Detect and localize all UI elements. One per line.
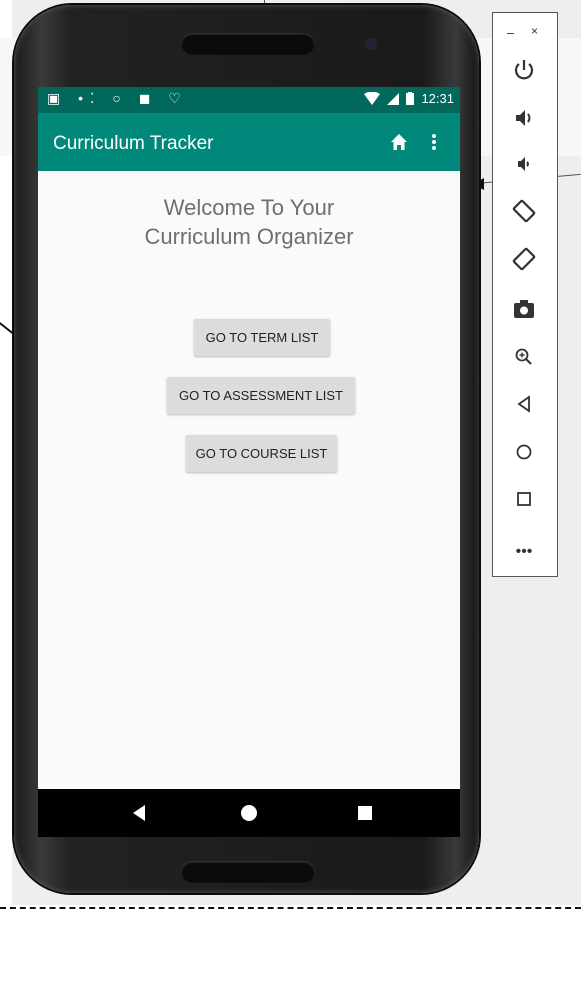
dashed-divider (0, 907, 581, 909)
phone-screen: ▣ •⁚ ○ ◼ ♡ 12:31 Curriculum Tracker Welc… (38, 87, 460, 837)
home-icon[interactable] (390, 133, 408, 151)
rotate-left-icon[interactable] (510, 197, 538, 225)
notification-icons: ▣ •⁚ ○ ◼ ♡ (47, 90, 188, 106)
go-to-assessment-list-button[interactable]: GO TO ASSESSMENT LIST (167, 377, 355, 414)
welcome-line-2: Curriculum Organizer (144, 224, 354, 249)
overview-icon[interactable] (510, 485, 538, 513)
go-to-course-list-button[interactable]: GO TO COURSE LIST (186, 435, 337, 472)
close-button[interactable]: × (531, 24, 538, 38)
welcome-line-1: Welcome To Your (163, 195, 335, 220)
nav-home-icon[interactable] (241, 805, 257, 821)
power-icon[interactable] (510, 56, 538, 84)
phone-device: ▣ •⁚ ○ ◼ ♡ 12:31 Curriculum Tracker Welc… (14, 5, 479, 893)
status-bar: ▣ •⁚ ○ ◼ ♡ 12:31 (38, 87, 460, 113)
camera-icon[interactable] (510, 295, 538, 323)
go-to-term-list-button[interactable]: GO TO TERM LIST (194, 319, 330, 356)
signal-icon (387, 92, 400, 105)
emulator-toolbar: – × ••• (492, 12, 558, 577)
app-title: Curriculum Tracker (53, 133, 214, 154)
volume-down-icon[interactable] (510, 150, 538, 178)
status-right-group: 12:31 (364, 91, 454, 106)
status-time: 12:31 (421, 91, 454, 106)
top-speaker (181, 33, 315, 55)
minimize-button[interactable]: – (507, 25, 514, 40)
wifi-icon (364, 92, 381, 105)
more-options-icon[interactable]: ••• (510, 543, 538, 561)
home-circle-icon[interactable] (510, 438, 538, 466)
nav-back-icon[interactable] (133, 805, 145, 821)
back-icon[interactable] (510, 390, 538, 418)
welcome-heading: Welcome To Your Curriculum Organizer (38, 193, 460, 251)
zoom-icon[interactable] (510, 343, 538, 371)
app-bar: Curriculum Tracker (38, 113, 460, 171)
bottom-speaker (181, 861, 315, 883)
nav-recent-apps-icon[interactable] (358, 806, 372, 820)
bottom-whitespace (0, 910, 581, 1005)
overflow-menu-icon[interactable] (431, 133, 437, 151)
battery-icon (406, 92, 415, 105)
volume-up-icon[interactable] (510, 104, 538, 132)
rotate-right-icon[interactable] (510, 245, 538, 273)
front-camera (366, 39, 376, 49)
navigation-bar (38, 789, 460, 837)
